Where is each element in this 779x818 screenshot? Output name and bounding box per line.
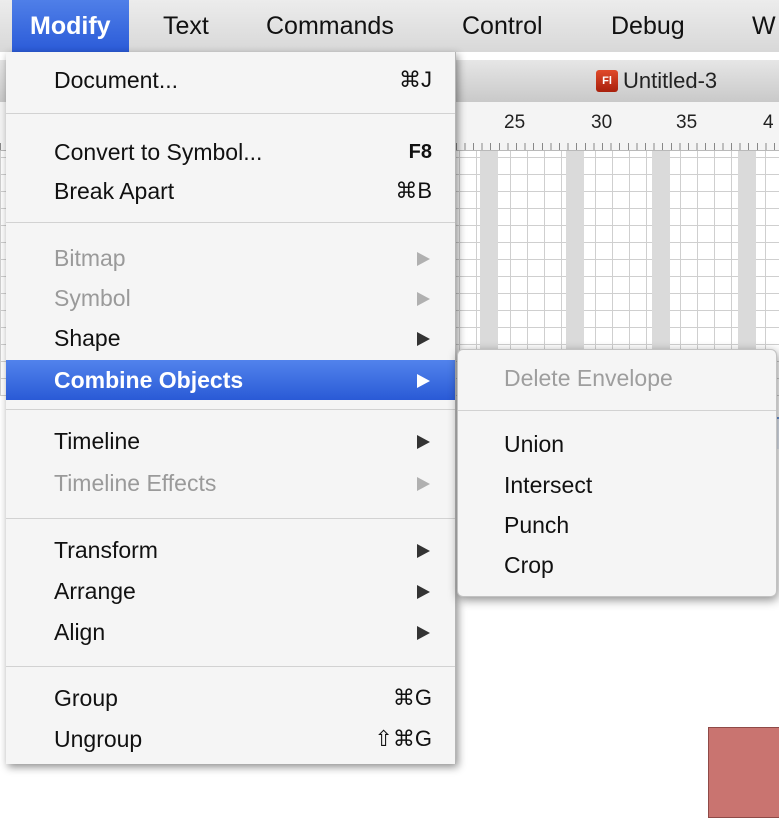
menu-item-timeline[interactable]: Timeline — [6, 421, 455, 461]
menu-item-transform[interactable]: Transform — [6, 530, 455, 570]
submenu-arrow-icon — [417, 252, 430, 266]
document-title: Untitled-3 — [623, 68, 718, 93]
menu-item-combine-objects[interactable]: Combine Objects — [6, 360, 455, 400]
submenu-arrow-icon — [417, 544, 430, 558]
menu-item-label: Timeline — [54, 428, 141, 454]
menu-text[interactable]: Text — [163, 0, 209, 52]
submenu-item-union[interactable]: Union — [458, 424, 776, 464]
submenu-arrow-icon — [417, 292, 430, 306]
canvas-shape[interactable] — [708, 727, 779, 818]
shortcut-label: ⌘J — [399, 67, 432, 92]
menu-item-shape[interactable]: Shape — [6, 318, 455, 358]
ruler-label: 25 — [504, 112, 526, 133]
submenu-item-label: Punch — [504, 512, 570, 538]
submenu-arrow-icon — [417, 374, 430, 388]
menu-debug[interactable]: Debug — [611, 0, 685, 52]
menu-separator — [6, 113, 455, 114]
ruler-label: 30 — [591, 112, 613, 133]
menu-separator — [6, 222, 455, 223]
submenu-item-intersect[interactable]: Intersect — [458, 465, 776, 505]
submenu-item-label: Union — [504, 431, 565, 457]
submenu-item-label: Delete Envelope — [504, 365, 673, 391]
submenu-arrow-icon — [417, 585, 430, 599]
submenu-arrow-icon — [417, 435, 430, 449]
menu-item-label: Combine Objects — [54, 367, 244, 393]
menu-item-label: Convert to Symbol... — [54, 139, 263, 165]
shortcut-label: ⌘B — [395, 178, 432, 203]
menu-item-label: Align — [54, 619, 106, 645]
shortcut-label: F8 — [408, 141, 432, 163]
menu-separator — [458, 410, 776, 411]
menu-item-label: Ungroup — [54, 726, 143, 752]
menu-item-convert-to-symbol[interactable]: Convert to Symbol... F8 — [6, 132, 455, 172]
menu-item-label: Timeline Effects — [54, 470, 217, 496]
modify-menu: Document... ⌘J Convert to Symbol... F8 B… — [6, 52, 456, 764]
shortcut-label: ⇧⌘G — [374, 726, 432, 751]
menu-item-align[interactable]: Align — [6, 612, 455, 652]
menu-modify[interactable]: Modify — [12, 0, 129, 52]
menu-item-arrange[interactable]: Arrange — [6, 571, 455, 611]
ruler-label: 35 — [676, 112, 698, 133]
menu-item-label: Break Apart — [54, 178, 175, 204]
menu-bar: Modify Text Commands Control Debug W — [0, 0, 779, 53]
flash-document-icon: Fl — [596, 70, 618, 92]
submenu-item-label: Crop — [504, 552, 554, 578]
ruler-label: 4 — [763, 112, 774, 133]
menu-item-label: Bitmap — [54, 245, 126, 271]
menu-item-break-apart[interactable]: Break Apart ⌘B — [6, 171, 455, 211]
menu-item-timeline-effects: Timeline Effects — [6, 463, 455, 503]
menu-separator — [6, 666, 455, 667]
menu-item-group[interactable]: Group ⌘G — [6, 678, 455, 718]
menu-control[interactable]: Control — [462, 0, 543, 52]
shortcut-label: ⌘G — [392, 685, 432, 710]
menu-item-label: Arrange — [54, 578, 136, 604]
menu-item-label: Group — [54, 685, 118, 711]
submenu-item-label: Intersect — [504, 472, 593, 498]
menu-window[interactable]: W — [752, 0, 776, 52]
menu-commands[interactable]: Commands — [266, 0, 394, 52]
submenu-item-crop[interactable]: Crop — [458, 545, 776, 585]
submenu-arrow-icon — [417, 477, 430, 491]
menu-item-document[interactable]: Document... ⌘J — [6, 60, 455, 100]
menu-separator — [6, 518, 455, 519]
menu-item-symbol: Symbol — [6, 278, 455, 318]
menu-item-label: Symbol — [54, 285, 131, 311]
submenu-item-delete-envelope: Delete Envelope — [458, 358, 776, 398]
submenu-arrow-icon — [417, 626, 430, 640]
submenu-arrow-icon — [417, 332, 430, 346]
menu-item-label: Shape — [54, 325, 121, 351]
menu-item-ungroup[interactable]: Ungroup ⇧⌘G — [6, 719, 455, 759]
menu-separator — [6, 409, 455, 410]
menu-item-label: Transform — [54, 537, 158, 563]
menu-item-label: Document... — [54, 67, 178, 93]
combine-objects-submenu: Delete Envelope Union Intersect Punch Cr… — [457, 349, 777, 597]
submenu-item-punch[interactable]: Punch — [458, 505, 776, 545]
menu-item-bitmap: Bitmap — [6, 238, 455, 278]
